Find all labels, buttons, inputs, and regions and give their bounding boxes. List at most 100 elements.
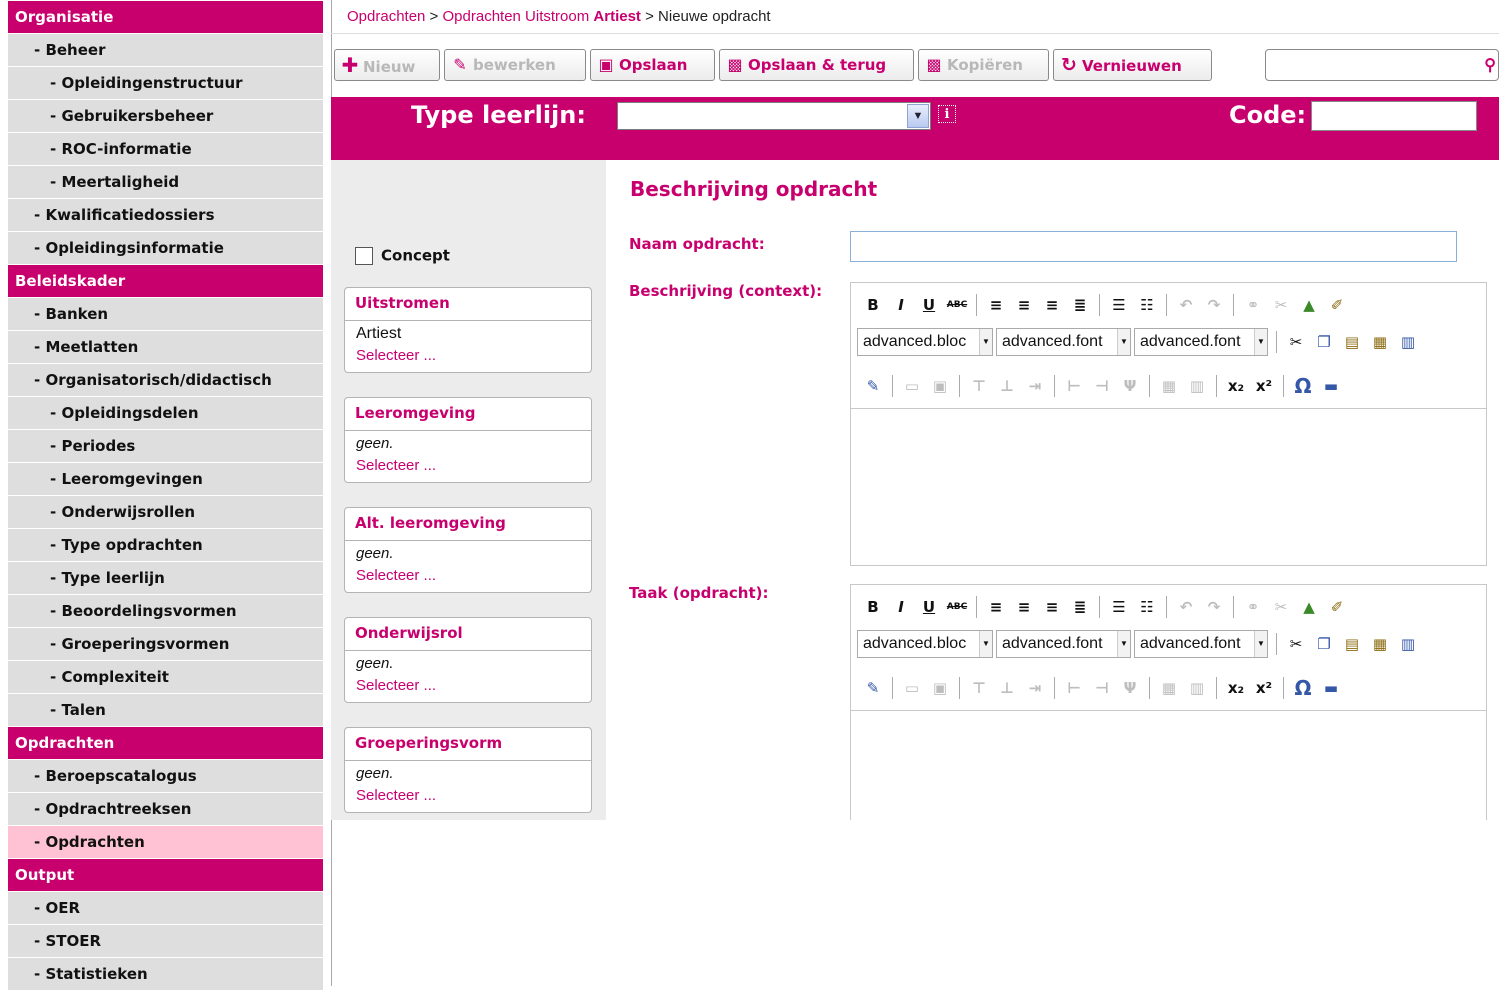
sidebar-item[interactable]: - Opleidingenstructuur	[8, 67, 323, 99]
row-props-icon[interactable]: ▭	[898, 676, 926, 700]
cell-props-icon[interactable]: ▣	[926, 374, 954, 398]
chevron-down-icon[interactable]: ▼	[1117, 631, 1130, 657]
undo-icon[interactable]: ↶	[1172, 595, 1200, 619]
code-input[interactable]	[1311, 101, 1477, 131]
sidebar-section-header[interactable]: Beleidskader	[8, 265, 323, 297]
font-select[interactable]: advanced.font ▼	[996, 328, 1131, 356]
merge-cells-icon[interactable]: ▦	[1155, 676, 1183, 700]
delete-row-icon[interactable]: ⇥	[1021, 374, 1049, 398]
italic-icon[interactable]: I	[887, 595, 915, 619]
align-left-icon[interactable]: ≡	[982, 293, 1010, 317]
italic-icon[interactable]: I	[887, 293, 915, 317]
subscript-icon[interactable]: x₂	[1222, 374, 1250, 398]
chevron-down-icon[interactable]: ▼	[979, 631, 992, 657]
strikethrough-icon[interactable]: ABC	[943, 293, 971, 317]
bold-icon[interactable]: B	[859, 293, 887, 317]
special-char-icon[interactable]: Ω	[1289, 676, 1317, 700]
font-select[interactable]: advanced.font ▼	[1134, 630, 1268, 658]
delete-col-icon[interactable]: Ψ	[1116, 676, 1144, 700]
underline-icon[interactable]: U	[915, 293, 943, 317]
chevron-down-icon[interactable]: ▼	[1254, 329, 1267, 355]
edit-html-icon[interactable]: ✎	[859, 676, 887, 700]
insert-row-after-icon[interactable]: ⊥	[993, 676, 1021, 700]
align-left-icon[interactable]: ≡	[982, 595, 1010, 619]
sidebar-item[interactable]: - Banken	[8, 298, 323, 330]
sidebar-item[interactable]: - Onderwijsrollen	[8, 496, 323, 528]
refresh-button[interactable]: ↻ Vernieuwen	[1053, 49, 1212, 81]
sidebar-item[interactable]: - Talen	[8, 694, 323, 726]
align-right-icon[interactable]: ≡	[1038, 595, 1066, 619]
save-button[interactable]: ▣ Opslaan	[590, 49, 715, 81]
sidebar-section-header[interactable]: Opdrachten	[8, 727, 323, 759]
subscript-icon[interactable]: x₂	[1222, 676, 1250, 700]
sidebar-item[interactable]: - Type opdrachten	[8, 529, 323, 561]
insert-row-after-icon[interactable]: ⊥	[993, 374, 1021, 398]
delete-col-icon[interactable]: Ψ	[1116, 374, 1144, 398]
sidebar-item[interactable]: - Statistieken	[8, 958, 323, 990]
superscript-icon[interactable]: x²	[1250, 374, 1278, 398]
copy-icon[interactable]: ❐	[1310, 632, 1338, 656]
cut-icon[interactable]: ✂	[1282, 330, 1310, 354]
chevron-down-icon[interactable]: ▼	[1254, 631, 1267, 657]
edit-html-icon[interactable]: ✎	[859, 374, 887, 398]
property-card-select-link[interactable]: Selecteer ...	[356, 567, 436, 584]
property-card-select-link[interactable]: Selecteer ...	[356, 457, 436, 474]
sidebar-item[interactable]: - OER	[8, 892, 323, 924]
bullet-list-icon[interactable]: ☰	[1105, 595, 1133, 619]
chevron-down-icon[interactable]: ▼	[979, 329, 992, 355]
image-icon[interactable]: ▲	[1295, 293, 1323, 317]
sidebar-section-header[interactable]: Organisatie	[8, 1, 323, 33]
row-props-icon[interactable]: ▭	[898, 374, 926, 398]
format-block-select[interactable]: advanced.bloc ▼	[857, 328, 993, 356]
sidebar-item[interactable]: - Opleidingsdelen	[8, 397, 323, 429]
unlink-icon[interactable]: ✂	[1267, 595, 1295, 619]
insert-row-before-icon[interactable]: ⊤	[965, 676, 993, 700]
split-cells-icon[interactable]: ▥	[1183, 374, 1211, 398]
insert-row-before-icon[interactable]: ⊤	[965, 374, 993, 398]
concept-checkbox[interactable]: Concept	[355, 246, 450, 265]
copy-icon[interactable]: ❐	[1310, 330, 1338, 354]
type-leerlijn-select[interactable]: ▼	[617, 102, 931, 130]
sidebar-item[interactable]: - Opleidingsinformatie	[8, 232, 323, 264]
sidebar-item[interactable]: - Beroepscatalogus	[8, 760, 323, 792]
paste-word-icon[interactable]: ▥	[1394, 632, 1422, 656]
sidebar-item[interactable]: - Gebruikersbeheer	[8, 100, 323, 132]
sidebar-section-header[interactable]: Output	[8, 859, 323, 891]
sidebar-item[interactable]: - Complexiteit	[8, 661, 323, 693]
delete-row-icon[interactable]: ⇥	[1021, 676, 1049, 700]
chevron-down-icon[interactable]: ▼	[1117, 329, 1130, 355]
strikethrough-icon[interactable]: ABC	[943, 595, 971, 619]
property-card-select-link[interactable]: Selecteer ...	[356, 347, 436, 364]
special-char-icon[interactable]: Ω	[1289, 374, 1317, 398]
property-card-select-link[interactable]: Selecteer ...	[356, 787, 436, 804]
insert-col-after-icon[interactable]: ⊣	[1088, 676, 1116, 700]
split-cells-icon[interactable]: ▥	[1183, 676, 1211, 700]
paste-icon[interactable]: ▤	[1338, 330, 1366, 354]
redo-icon[interactable]: ↷	[1200, 293, 1228, 317]
insert-col-before-icon[interactable]: ⊢	[1060, 374, 1088, 398]
checkbox-icon[interactable]	[355, 246, 373, 265]
sidebar-item[interactable]: - STOER	[8, 925, 323, 957]
sidebar-item[interactable]: - Type leerlijn	[8, 562, 323, 594]
align-center-icon[interactable]: ≡	[1010, 293, 1038, 317]
sidebar-item[interactable]: - Opdrachtreeksen	[8, 793, 323, 825]
paste-text-icon[interactable]: ▦	[1366, 330, 1394, 354]
sidebar-item[interactable]: - Kwalificatiedossiers	[8, 199, 323, 231]
sidebar-item[interactable]: - Opdrachten	[8, 826, 323, 858]
sidebar-item[interactable]: - Meetlatten	[8, 331, 323, 363]
horizontal-rule-icon[interactable]: ▬	[1317, 374, 1345, 398]
numbered-list-icon[interactable]: ☷	[1133, 595, 1161, 619]
breadcrumb-link-opdrachten[interactable]: Opdrachten	[347, 8, 425, 25]
font-select[interactable]: advanced.font ▼	[1134, 328, 1268, 356]
horizontal-rule-icon[interactable]: ▬	[1317, 676, 1345, 700]
search-input[interactable]: ⚲	[1265, 49, 1499, 81]
paste-word-icon[interactable]: ▥	[1394, 330, 1422, 354]
bullet-list-icon[interactable]: ☰	[1105, 293, 1133, 317]
sidebar-item[interactable]: - Beheer	[8, 34, 323, 66]
sidebar-item[interactable]: - Periodes	[8, 430, 323, 462]
redo-icon[interactable]: ↷	[1200, 595, 1228, 619]
cut-icon[interactable]: ✂	[1282, 632, 1310, 656]
superscript-icon[interactable]: x²	[1250, 676, 1278, 700]
search-icon[interactable]: ⚲	[1484, 55, 1496, 75]
sidebar-item[interactable]: - Leeromgevingen	[8, 463, 323, 495]
